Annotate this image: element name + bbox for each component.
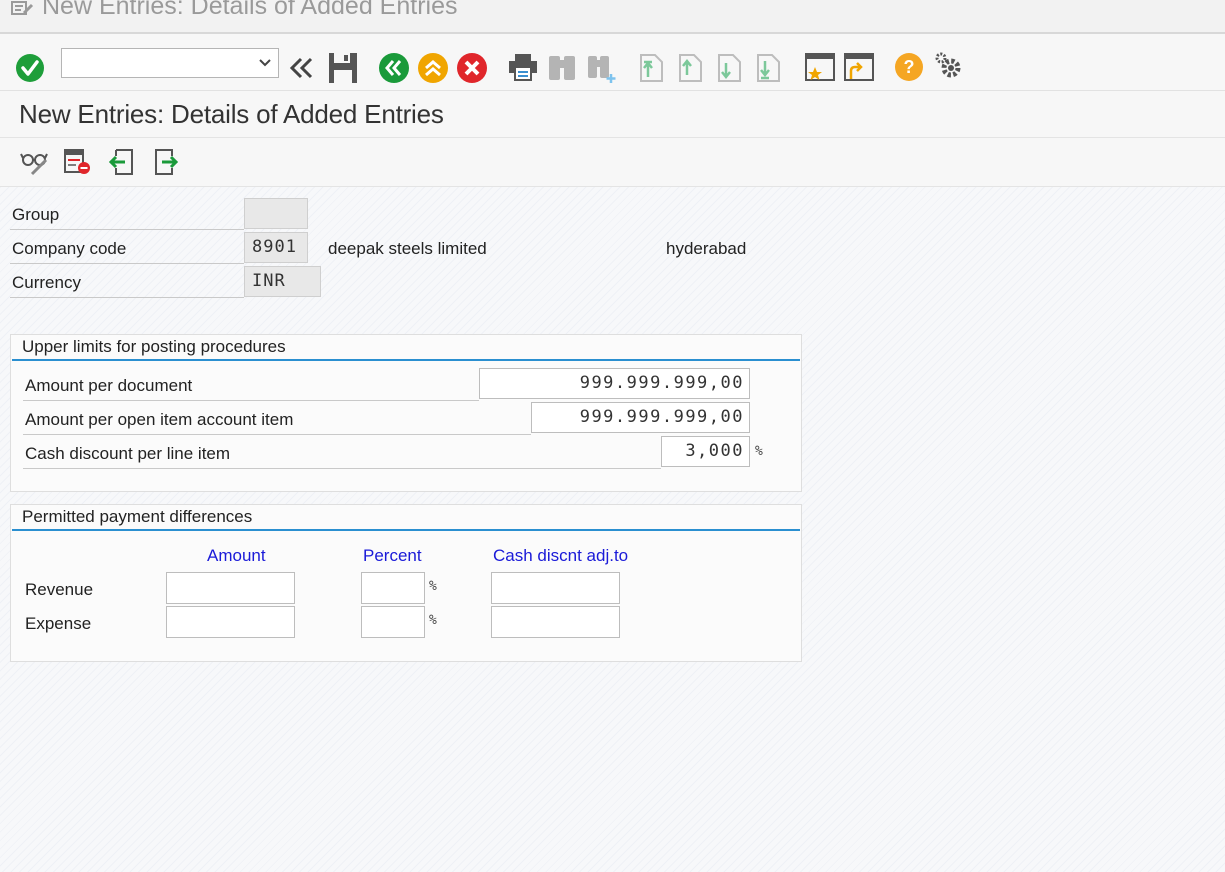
amount-per-open-item-label: Amount per open item account item bbox=[25, 410, 294, 429]
revenue-label: Revenue bbox=[25, 580, 94, 599]
next-page-icon[interactable] bbox=[715, 51, 743, 88]
command-input[interactable] bbox=[66, 50, 255, 78]
currency-label: Currency bbox=[12, 273, 81, 292]
back-icon[interactable] bbox=[378, 52, 410, 89]
divider bbox=[10, 263, 244, 264]
group-header-line bbox=[12, 529, 800, 531]
page-title: New Entries: Details of Added Entries bbox=[19, 99, 444, 129]
amount-per-document-label: Amount per document bbox=[25, 376, 193, 395]
delete-icon[interactable] bbox=[63, 148, 93, 181]
revenue-cash-discount-field[interactable] bbox=[491, 572, 620, 604]
revenue-amount-field[interactable] bbox=[166, 572, 295, 604]
previous-page-icon[interactable] bbox=[676, 51, 704, 88]
page-header: New Entries: Details of Added Entries bbox=[0, 91, 1225, 138]
expense-cash-discount-field[interactable] bbox=[491, 606, 620, 638]
display-change-icon[interactable] bbox=[20, 148, 50, 181]
system-toolbar: ? bbox=[0, 34, 1225, 91]
company-code-label: Company code bbox=[12, 239, 127, 258]
divider bbox=[10, 297, 244, 298]
percent-sign: % bbox=[429, 579, 437, 594]
create-shortcut-icon[interactable] bbox=[843, 52, 875, 87]
amount-per-open-item-field[interactable]: 999.999.999,00 bbox=[531, 402, 750, 433]
help-icon[interactable]: ? bbox=[894, 52, 924, 87]
amount-per-document-field[interactable]: 999.999.999,00 bbox=[479, 368, 750, 399]
previous-entry-icon[interactable] bbox=[108, 148, 136, 181]
payment-differences-title: Permitted payment differences bbox=[22, 507, 253, 526]
company-name: deepak steels limited bbox=[328, 239, 487, 258]
cancel-icon[interactable] bbox=[456, 52, 488, 89]
enter-icon[interactable] bbox=[15, 53, 45, 88]
divider bbox=[23, 400, 479, 401]
group-label: Group bbox=[12, 205, 60, 224]
expense-amount-field[interactable] bbox=[166, 606, 295, 638]
currency-field[interactable]: INR bbox=[244, 266, 321, 297]
title-bar: New Entries: Details of Added Entries bbox=[0, 0, 1225, 34]
first-page-icon[interactable] bbox=[637, 51, 665, 88]
last-page-icon[interactable] bbox=[754, 51, 782, 88]
divider bbox=[23, 468, 661, 469]
exit-icon[interactable] bbox=[417, 52, 449, 89]
create-session-icon[interactable] bbox=[804, 52, 836, 87]
percent-sign: % bbox=[755, 444, 763, 459]
window-title: New Entries: Details of Added Entries bbox=[42, 0, 458, 20]
upper-limits-group: Upper limits for posting procedures Amou… bbox=[10, 334, 802, 492]
command-dropdown-icon[interactable] bbox=[258, 54, 272, 77]
command-field[interactable] bbox=[61, 48, 279, 78]
payment-differences-group: Permitted payment differences Amount Per… bbox=[10, 504, 802, 662]
main-content: Group Company code 8901 deepak steels li… bbox=[0, 187, 1225, 872]
group-field[interactable] bbox=[244, 198, 308, 229]
divider bbox=[10, 229, 244, 230]
print-icon[interactable] bbox=[507, 52, 539, 87]
upper-limits-title: Upper limits for posting procedures bbox=[22, 337, 286, 356]
column-header-percent: Percent bbox=[363, 546, 422, 565]
column-header-cash-discount: Cash discnt adj.to bbox=[493, 546, 629, 565]
collapse-icon[interactable] bbox=[288, 54, 314, 87]
expense-percent-field[interactable] bbox=[361, 606, 425, 638]
percent-sign: % bbox=[429, 613, 437, 628]
next-entry-icon[interactable] bbox=[152, 148, 180, 181]
cash-discount-field[interactable]: 3,000 bbox=[661, 436, 750, 467]
divider bbox=[23, 434, 531, 435]
find-next-icon[interactable] bbox=[586, 52, 618, 89]
cash-discount-label: Cash discount per line item bbox=[25, 444, 231, 463]
document-edit-icon bbox=[10, 0, 34, 27]
application-toolbar bbox=[0, 138, 1225, 187]
group-header-line bbox=[12, 359, 800, 361]
company-city: hyderabad bbox=[666, 239, 747, 258]
company-code-field[interactable]: 8901 bbox=[244, 232, 308, 263]
revenue-percent-field[interactable] bbox=[361, 572, 425, 604]
find-icon[interactable] bbox=[547, 52, 577, 87]
svg-text:?: ? bbox=[904, 57, 915, 77]
customize-layout-icon[interactable] bbox=[933, 50, 965, 87]
save-icon[interactable] bbox=[327, 51, 359, 90]
column-header-amount: Amount bbox=[207, 546, 266, 565]
expense-label: Expense bbox=[25, 614, 92, 633]
